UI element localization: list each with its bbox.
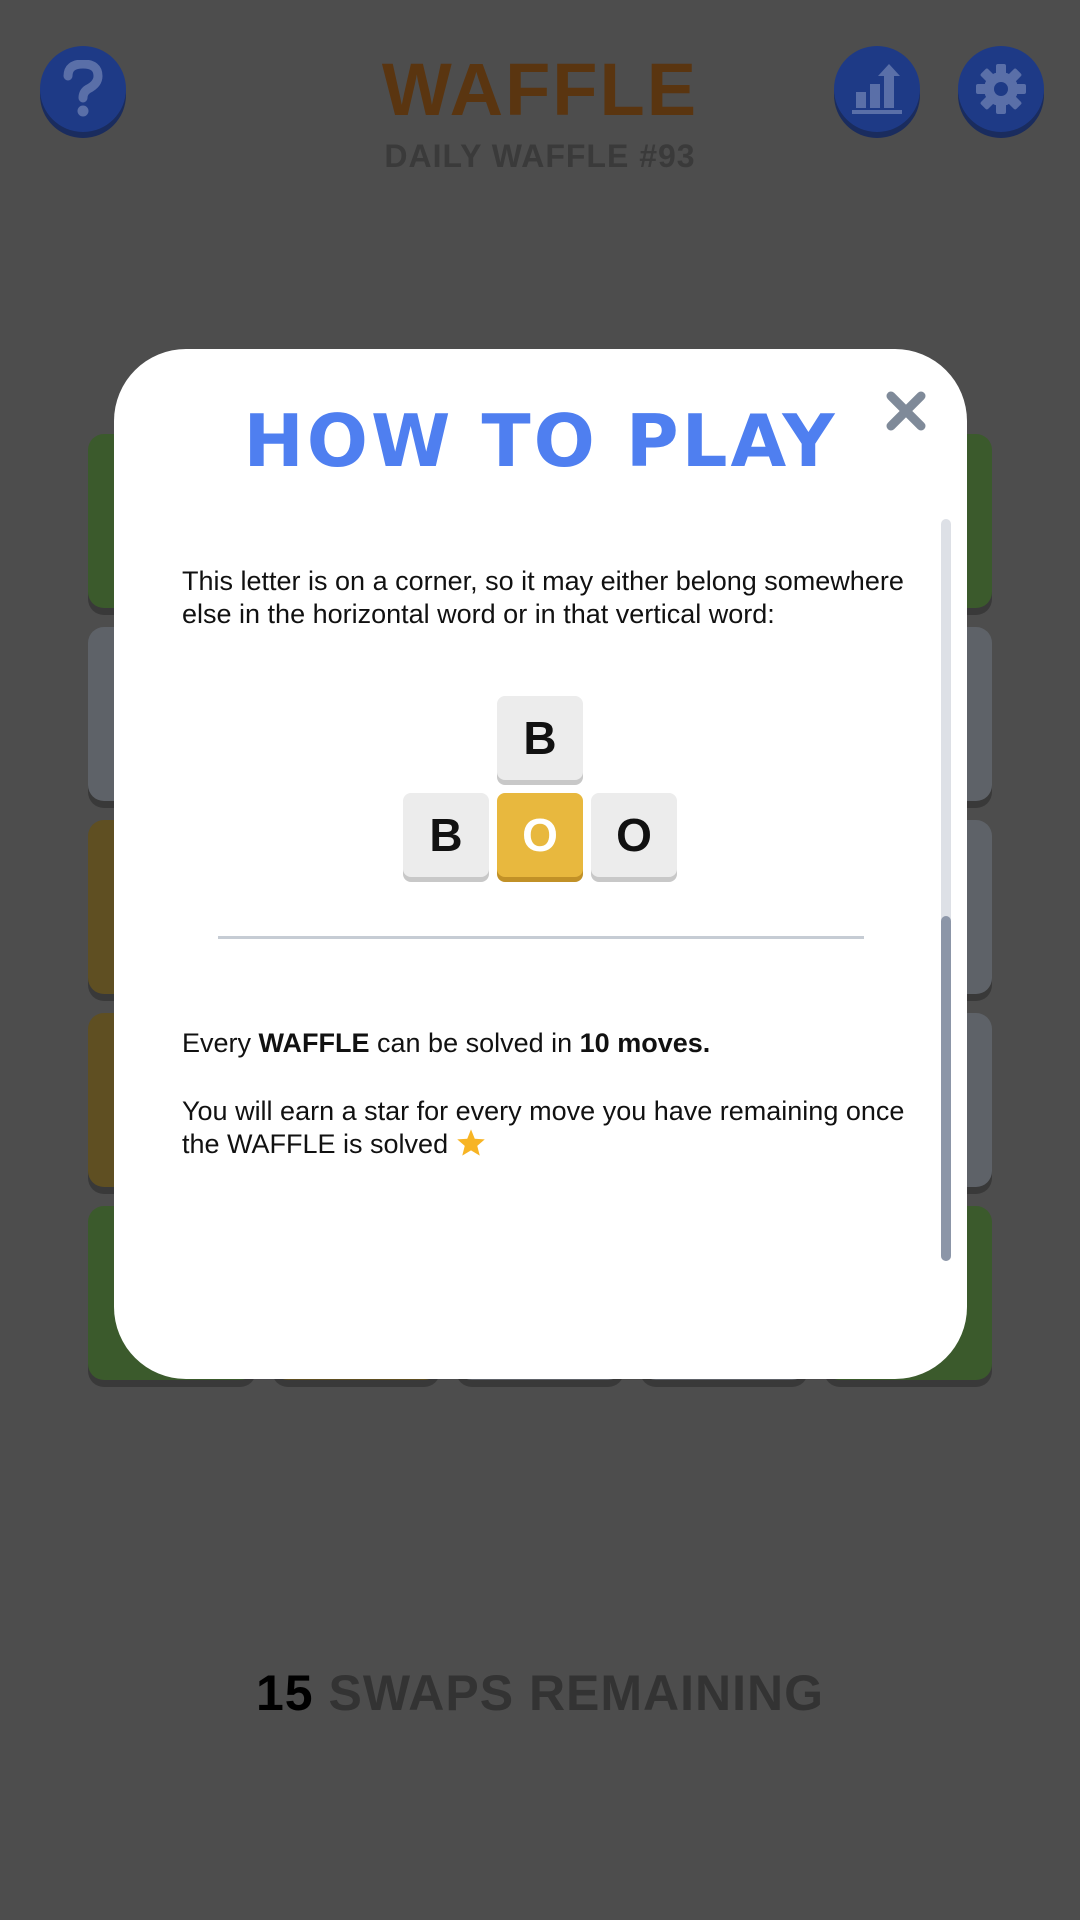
gear-icon — [976, 64, 1026, 114]
stats-icon — [852, 64, 902, 114]
moves-game-name: WAFFLE — [258, 1028, 370, 1058]
stars-text: You will earn a star for every move you … — [182, 1096, 905, 1159]
example-tile-left: B — [403, 793, 489, 877]
star-icon — [456, 1129, 485, 1156]
example-tile-right: O — [591, 793, 677, 877]
stats-button[interactable] — [834, 46, 920, 132]
swaps-count: 15 — [255, 1665, 314, 1721]
close-button[interactable] — [884, 389, 928, 433]
swaps-remaining: 15 SWAPS REMAINING — [0, 1664, 1080, 1722]
how-to-play-modal: HOW TO PLAY This letter is on a corner, … — [114, 349, 967, 1379]
game-subtitle: DAILY WAFFLE #93 — [384, 138, 696, 174]
modal-scrollbar[interactable] — [941, 519, 951, 1261]
modal-title: HOW TO PLAY — [243, 399, 838, 483]
moves-explanation: Every WAFFLE can be solved in 10 moves. — [182, 1027, 912, 1060]
example-tile-center-yellow: O — [497, 793, 583, 877]
example-tile-top: B — [497, 696, 583, 780]
corner-explanation: This letter is on a corner, so it may ei… — [182, 566, 904, 629]
settings-button[interactable] — [958, 46, 1044, 132]
moves-middle: can be solved in — [369, 1028, 580, 1058]
close-icon — [886, 391, 926, 431]
moves-prefix: Every — [182, 1028, 259, 1058]
moves-count: 10 moves. — [579, 1028, 711, 1058]
scrollbar-thumb[interactable] — [941, 916, 951, 1261]
stars-explanation: You will earn a star for every move you … — [182, 1095, 912, 1161]
swaps-label: SWAPS REMAINING — [328, 1665, 825, 1721]
divider — [218, 936, 864, 939]
